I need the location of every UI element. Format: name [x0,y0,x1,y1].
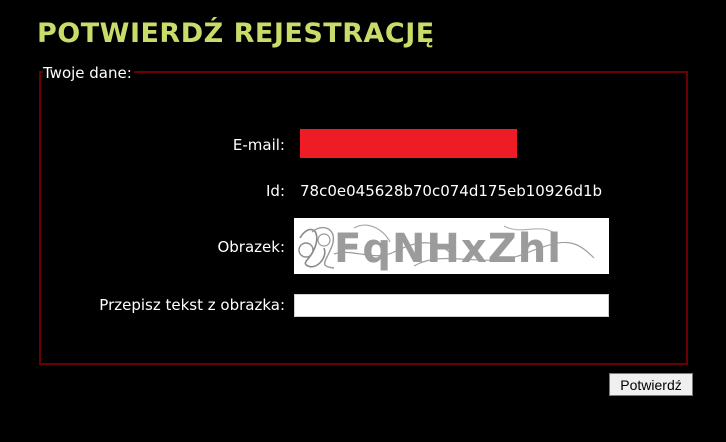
page-title: POTWIERDŹ REJESTRACJĘ [37,18,435,49]
id-label: Id: [266,182,285,200]
captcha-image: FqNHxZhl [294,218,609,274]
email-label: E-mail: [232,136,285,154]
captcha-answer-input[interactable] [294,294,609,317]
confirm-button[interactable]: Potwierdź [609,373,693,396]
captcha-label: Obrazek: [217,238,285,256]
email-field[interactable] [300,129,517,158]
fieldset-legend: Twoje dane: [43,64,134,82]
id-value: 78c0e045628b70c074d175eb10926d1b [300,182,603,200]
captcha-text: FqNHxZhl [334,226,562,272]
registration-confirm-page: POTWIERDŹ REJESTRACJĘ Twoje dane: E-mail… [0,0,726,442]
captcha-graphic: FqNHxZhl [294,218,609,274]
rewrite-label: Przepisz tekst z obrazka: [99,296,285,314]
